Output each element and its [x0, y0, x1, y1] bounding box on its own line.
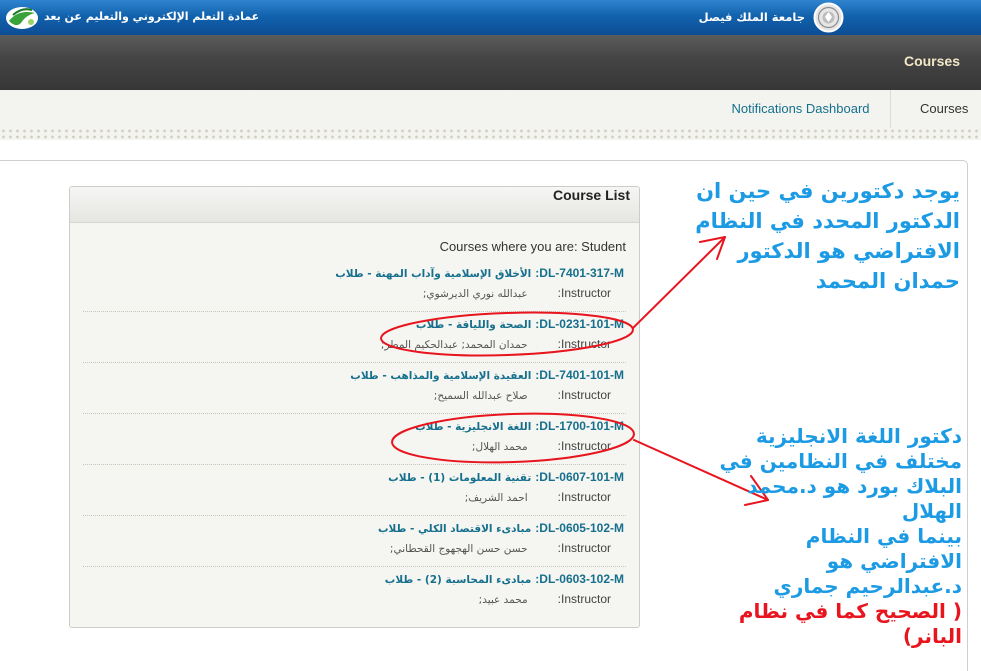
instructor-line: Instructor: حمدان المحمد; عبدالحكيم المطر…: [85, 335, 624, 353]
instructor-line: Instructor: صلاح عبدالله السميح;: [85, 386, 624, 404]
course-name[interactable]: تقنية المعلومات (1) - طلاب: [388, 472, 531, 484]
instructor-names: عبدالله نوري الديرشوي;: [422, 288, 528, 300]
note-emphasis-line: البانر): [902, 624, 962, 648]
course-link[interactable]: DL-1700-101-M: اللغة الانجليزية - طلاب: [85, 417, 624, 435]
note-line: البلاك بورد هو د.محمد: [747, 474, 962, 498]
note-line: د.عبدالرحيم جماري: [773, 574, 962, 598]
instructor-label: Instructor:: [557, 286, 611, 300]
list-item: DL-7401-101-M: العقيدة الإسلامية والمذاهب…: [83, 363, 626, 414]
instructor-label: Instructor:: [557, 337, 611, 351]
instructor-label: Instructor:: [557, 541, 611, 555]
course-code[interactable]: DL-0231-101-M:: [535, 317, 624, 331]
course-name[interactable]: الصحة واللياقة - طلاب: [416, 319, 531, 331]
course-name[interactable]: مبادىء الاقتصاد الكلي - طلاب: [378, 523, 531, 535]
list-item: DL-0231-101-M: الصحة واللياقة - طلاب Inst…: [83, 312, 626, 363]
course-code[interactable]: DL-0607-101-M:: [535, 470, 624, 484]
course-code[interactable]: DL-0605-102-M:: [535, 521, 624, 535]
tab-bar: Notifications Dashboard Courses: [0, 90, 981, 140]
instructor-label: Instructor:: [557, 439, 611, 453]
course-code[interactable]: DL-7401-101-M:: [535, 368, 624, 382]
list-item: DL-0607-101-M: تقنية المعلومات (1) - طلاب…: [83, 465, 626, 516]
annotation-note-2: دكتور اللغة الانجليزية مختلف في النظامين…: [719, 424, 962, 649]
note-line: حمدان المحمد: [815, 269, 960, 293]
course-link[interactable]: DL-0605-102-M: مبادىء الاقتصاد الكلي - طل…: [85, 519, 624, 537]
course-name[interactable]: اللغة الانجليزية - طلاب: [415, 421, 531, 433]
course-list: DL-7401-317-M: الأخلاق الإسلامية وآداب ال…: [83, 261, 626, 617]
instructor-line: Instructor: حسن حسن الهجهوج القحطاني;: [85, 539, 624, 557]
instructor-names: حمدان المحمد; عبدالحكيم المطر;: [380, 339, 528, 351]
instructor-line: Instructor: محمد الهلال;: [85, 437, 624, 455]
instructor-label: Instructor:: [557, 388, 611, 402]
course-link[interactable]: DL-0603-102-M:مبادىء المحاسبة (2) - طلاب: [85, 570, 624, 588]
course-code[interactable]: DL-7401-317-M:: [535, 266, 624, 280]
deanship-title: عمادة التعلم الإلكتروني والتعليم عن بعد: [44, 10, 260, 23]
list-item: DL-0603-102-M:مبادىء المحاسبة (2) - طلاب…: [83, 567, 626, 617]
instructor-line: Instructor: عبدالله نوري الديرشوي;: [85, 284, 624, 302]
tab-bar-dotted-border: [0, 128, 981, 140]
instructor-names: محمد عبيد;: [478, 594, 528, 606]
list-item: DL-7401-317-M: الأخلاق الإسلامية وآداب ال…: [83, 261, 626, 312]
note-line: دكتور اللغة الانجليزية: [755, 424, 962, 448]
course-link[interactable]: DL-0607-101-M: تقنية المعلومات (1) - طلاب: [85, 468, 624, 486]
module-title: Course List: [70, 187, 639, 223]
annotation-note-1: يوجد دكتورين في حين ان الدكتور المحدد في…: [695, 176, 960, 296]
list-item: DL-0605-102-M: مبادىء الاقتصاد الكلي - طل…: [83, 516, 626, 567]
top-header: عمادة التعلم الإلكتروني والتعليم عن بعد …: [0, 0, 981, 35]
course-link[interactable]: DL-7401-317-M: الأخلاق الإسلامية وآداب ال…: [85, 264, 624, 282]
deanship-logo-icon: [6, 7, 38, 29]
course-link[interactable]: DL-7401-101-M: العقيدة الإسلامية والمذاهب…: [85, 366, 624, 384]
course-code[interactable]: DL-1700-101-M:: [535, 419, 624, 433]
instructor-label: Instructor:: [557, 490, 611, 504]
nav-title: Courses: [903, 53, 960, 69]
course-list-module: Course List Courses where you are: Stude…: [69, 186, 640, 628]
course-name[interactable]: العقيدة الإسلامية والمذاهب - طلاب: [350, 370, 531, 382]
tab-courses[interactable]: Courses: [891, 90, 981, 128]
university-seal-icon: [813, 2, 844, 33]
note-line: بينما في النظام: [805, 524, 962, 548]
instructor-line: Instructor: احمد الشريف;: [85, 488, 624, 506]
course-name[interactable]: الأخلاق الإسلامية وآداب المهنة - طلاب: [335, 268, 531, 280]
instructor-label: Instructor:: [557, 592, 611, 606]
course-code[interactable]: DL-0603-102-M:: [535, 572, 624, 586]
note-line: الهلال: [901, 499, 962, 523]
instructor-names: احمد الشريف;: [464, 492, 528, 504]
list-item: DL-1700-101-M: اللغة الانجليزية - طلاب In…: [83, 414, 626, 465]
course-name[interactable]: مبادىء المحاسبة (2) - طلاب: [385, 574, 532, 586]
note-line: مختلف في النظامين في: [719, 449, 962, 473]
note-line: الافتراضي هو: [826, 549, 962, 573]
instructor-names: حسن حسن الهجهوج القحطاني;: [389, 543, 528, 555]
note-emphasis-line: ( الصحيح كما في نظام: [738, 599, 962, 623]
role-line: Courses where you are: Student: [439, 239, 626, 254]
instructor-names: محمد الهلال;: [471, 441, 528, 453]
course-link[interactable]: DL-0231-101-M: الصحة واللياقة - طلاب: [85, 315, 624, 333]
course-navbar: Courses: [0, 35, 981, 90]
note-line: يوجد دكتورين في حين ان: [696, 179, 960, 203]
note-line: الدكتور المحدد في النظام: [695, 209, 960, 233]
tab-notifications-dashboard[interactable]: Notifications Dashboard: [711, 90, 891, 128]
university-name: جامعة الملك فيصل: [698, 10, 805, 24]
instructor-names: صلاح عبدالله السميح;: [433, 390, 528, 402]
instructor-line: Instructor: محمد عبيد;: [85, 590, 624, 608]
note-line: الافتراضي هو الدكتور: [737, 239, 960, 263]
